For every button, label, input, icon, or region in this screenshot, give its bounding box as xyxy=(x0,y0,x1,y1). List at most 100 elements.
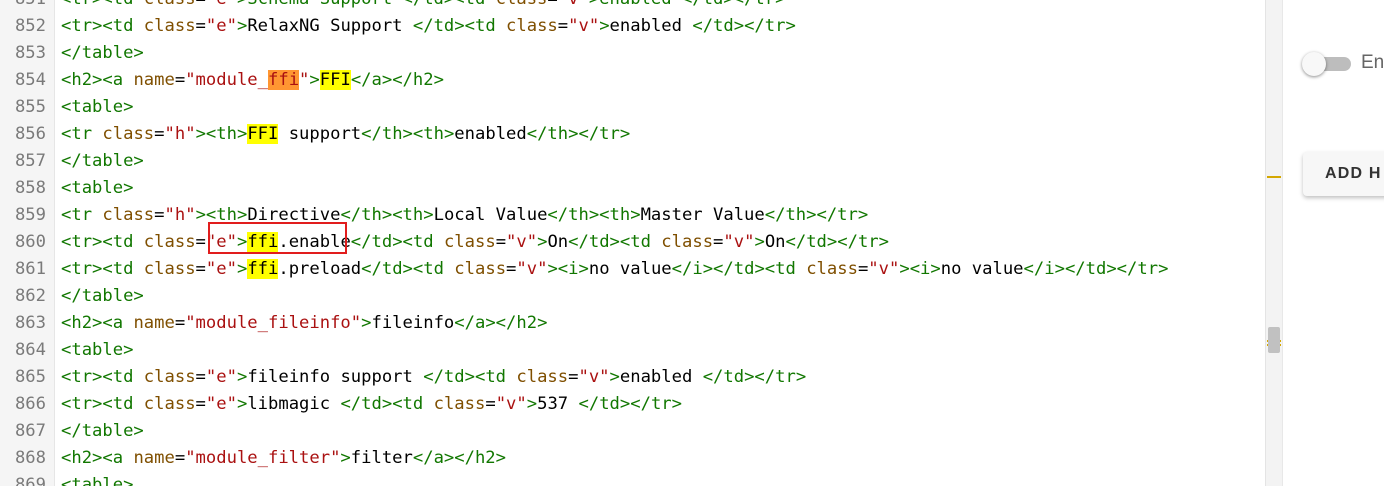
line-number: 853 xyxy=(14,43,46,63)
add-button[interactable]: ADD H xyxy=(1303,152,1384,196)
code-line[interactable]: 856 <tr class="h"><th>FFI support</th><th… xyxy=(0,121,1265,148)
code-token: </td><td xyxy=(568,232,662,252)
code-line[interactable]: 854 <h2><a name="module_ffi">FFI</a></h2> xyxy=(0,67,1265,94)
code-editor[interactable]: 851 <tr><td class="e">Schema Support </td… xyxy=(0,0,1265,486)
code-token: = xyxy=(195,394,206,414)
code-token: <h2><a xyxy=(61,448,134,468)
scrollbar-thumb[interactable] xyxy=(1268,327,1280,353)
code-token: </th></tr> xyxy=(764,205,869,225)
code-token: </i></td><td xyxy=(671,259,807,279)
code-token: <tr xyxy=(61,124,103,144)
code-token: </table> xyxy=(61,151,144,171)
line-number: 852 xyxy=(14,16,46,36)
toggle-knob[interactable] xyxy=(1302,52,1326,76)
code-token: = xyxy=(557,16,569,36)
code-line[interactable]: 862 </table> xyxy=(0,283,1265,310)
code-line[interactable]: 852 <tr><td class="e">RelaxNG Support </t… xyxy=(0,13,1265,40)
code-token: </th></tr> xyxy=(526,124,631,144)
code-token: >Schema Support </td><td xyxy=(237,0,496,9)
code-token: </a></h2> xyxy=(350,70,444,90)
line-number: 869 xyxy=(14,475,46,486)
code-token: > xyxy=(236,367,248,387)
search-match-marker xyxy=(1267,176,1281,178)
line-code: </table> xyxy=(61,418,144,445)
code-token: > xyxy=(361,313,372,333)
code-token: = xyxy=(195,367,206,387)
code-token: </td><td xyxy=(350,232,444,252)
code-token: name xyxy=(133,313,175,333)
code-token: "module_ xyxy=(185,70,268,90)
code-line[interactable]: 855 <table> xyxy=(0,94,1265,121)
code-token: = xyxy=(713,232,724,252)
code-token: "v" xyxy=(723,232,755,252)
code-token: name xyxy=(133,448,175,468)
code-token: <table> xyxy=(61,340,134,360)
code-line[interactable]: 865 <tr><td class="e">fileinfo support </… xyxy=(0,364,1265,391)
code-token: </td></tr> xyxy=(692,16,796,36)
code-line[interactable]: 859 <tr class="h"><th>Directive</th><th>L… xyxy=(0,202,1265,229)
code-line[interactable]: 851 <tr><td class="e">Schema Support </td… xyxy=(0,0,1265,13)
code-token: class xyxy=(143,259,196,279)
code-token: no value xyxy=(940,259,1024,279)
code-token: class xyxy=(144,0,196,9)
code-line[interactable]: 864 <table> xyxy=(0,337,1265,364)
code-token: class xyxy=(454,259,507,279)
code-token: </table> xyxy=(61,43,144,63)
code-token: Local Value xyxy=(433,205,548,225)
line-code: <table> xyxy=(61,94,133,121)
code-token: FFI xyxy=(319,70,351,90)
code-line[interactable]: 861 <tr><td class="e">ffi.preload</td><td… xyxy=(0,256,1265,283)
code-line[interactable]: 860 <tr><td class="e">ffi.enable</td><td … xyxy=(0,229,1265,256)
code-token: = xyxy=(495,232,507,252)
side-panel: En ADD H xyxy=(1282,0,1384,486)
code-token: = xyxy=(568,367,579,387)
code-token: <tr><td xyxy=(61,16,144,36)
code-token: class xyxy=(806,259,858,279)
code-token: > xyxy=(609,367,620,387)
line-code: </table> xyxy=(61,148,144,175)
code-token: = xyxy=(174,448,186,468)
line-code: <tr class="h"><th>FFI support</th><th>en… xyxy=(61,121,630,148)
code-token: </td><td xyxy=(412,16,507,36)
line-number: 851 xyxy=(0,0,46,13)
code-token: class xyxy=(143,394,196,414)
code-line[interactable]: 867 </table> xyxy=(0,418,1265,445)
line-code: <tr><td class="e">libmagic </td><td clas… xyxy=(61,391,682,418)
code-token: </table> xyxy=(61,421,144,441)
code-line[interactable]: 858 <table> xyxy=(0,175,1265,202)
code-token: ><i> xyxy=(547,259,589,279)
code-line[interactable]: 866 <tr><td class="e">libmagic </td><td c… xyxy=(0,391,1265,418)
code-token: On xyxy=(764,232,786,252)
enable-toggle[interactable] xyxy=(1302,52,1351,76)
code-line[interactable]: 857 </table> xyxy=(0,148,1265,175)
code-token: class xyxy=(496,0,548,9)
code-token: > xyxy=(526,394,538,414)
code-token: </td><td xyxy=(423,367,517,387)
line-code: </table> xyxy=(61,283,144,310)
code-token: class xyxy=(506,16,558,36)
code-token: class xyxy=(143,367,196,387)
line-number: 861 xyxy=(14,259,46,279)
code-lines: 851 <tr><td class="e">Schema Support </td… xyxy=(0,0,1265,486)
code-line[interactable]: 868 <h2><a name="module_filter">filter</a… xyxy=(0,445,1265,472)
line-code: <tr><td class="e">Schema Support </td><t… xyxy=(61,0,785,13)
code-line[interactable]: 863 <h2><a name="module_fileinfo">fileinf… xyxy=(0,310,1265,337)
line-number: 860 xyxy=(14,232,46,252)
line-number: 858 xyxy=(14,178,46,198)
code-token: "h" xyxy=(164,124,196,144)
code-token: > xyxy=(599,16,610,36)
code-token: = xyxy=(195,16,206,36)
toggle-label: En xyxy=(1361,52,1384,73)
code-token: .preload xyxy=(278,259,362,279)
code-token: </a></h2> xyxy=(412,448,507,468)
code-token: On xyxy=(547,232,569,252)
code-line[interactable]: 869 <table> xyxy=(0,472,1265,486)
code-token: <tr><td xyxy=(61,394,144,414)
code-token: "module_filter" xyxy=(185,448,341,468)
code-line[interactable]: 853 </table> xyxy=(0,40,1265,67)
vertical-scrollbar[interactable] xyxy=(1265,0,1282,486)
code-token: "v" xyxy=(516,259,548,279)
code-token: </i></td></tr> xyxy=(1023,259,1169,279)
code-token: filter xyxy=(350,448,413,468)
line-number: 866 xyxy=(14,394,46,414)
